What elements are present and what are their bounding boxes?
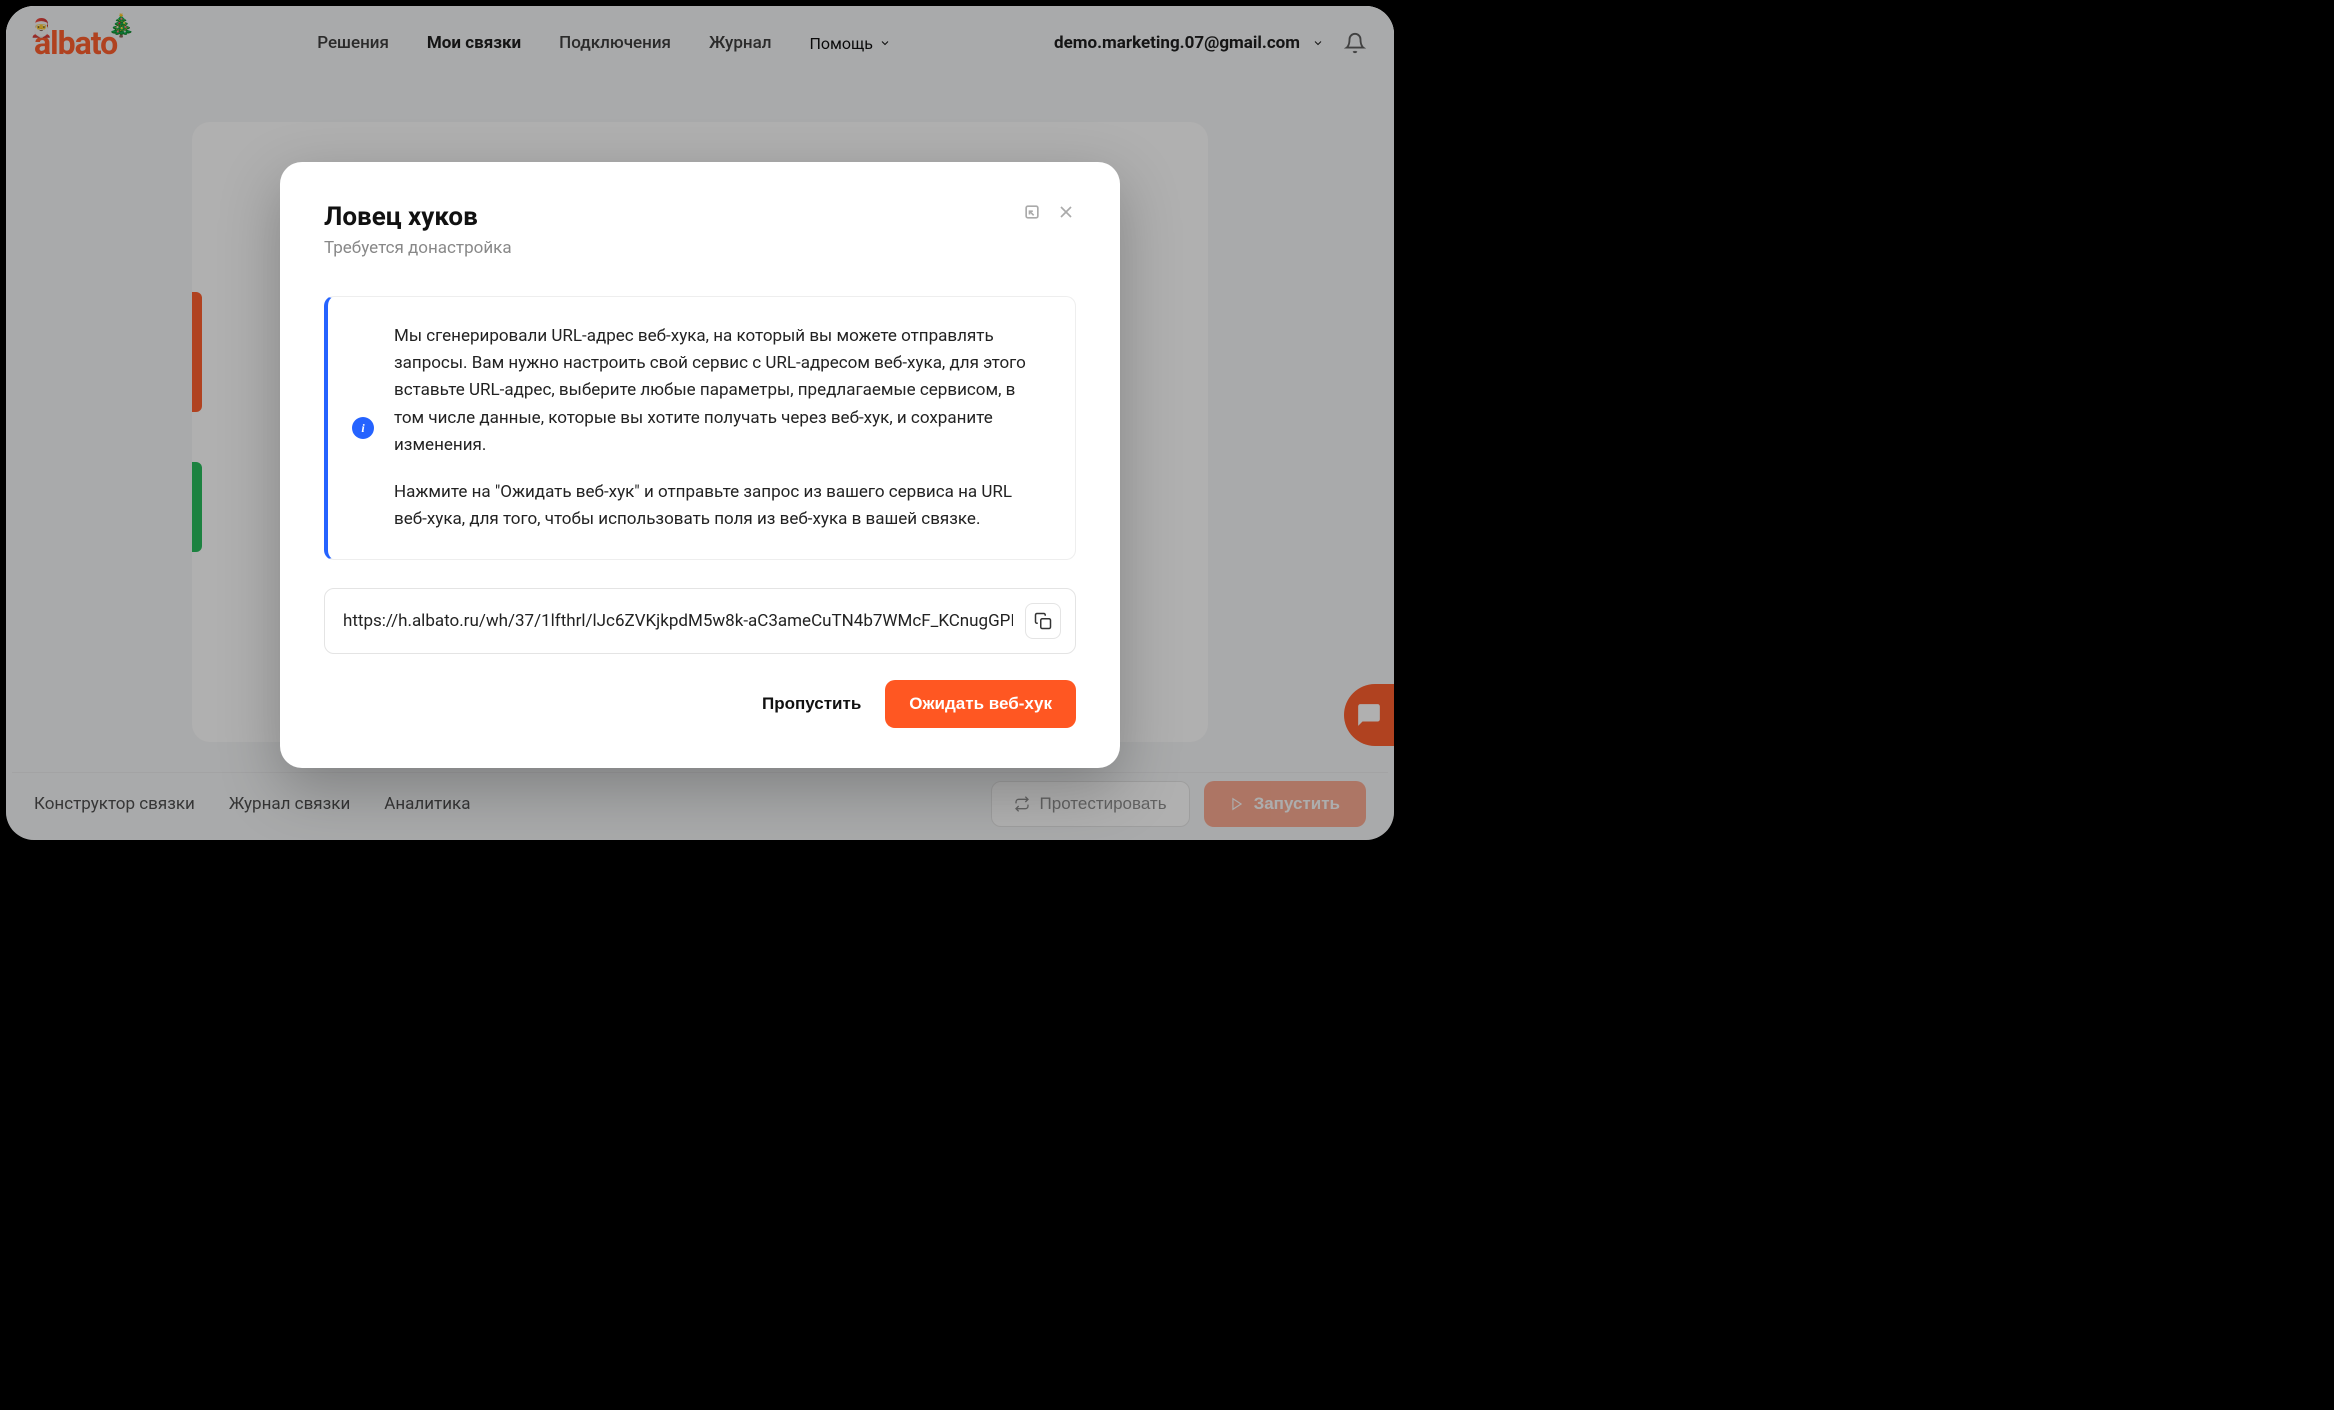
info-text: Мы сгенерировали URL-адрес веб-хука, на … xyxy=(394,323,1045,533)
modal-actions: Пропустить Ожидать веб-хук xyxy=(324,680,1076,728)
info-paragraph-2: Нажмите на "Ожидать веб-хук" и отправьте… xyxy=(394,479,1045,533)
modal-title: Ловец хуков xyxy=(324,202,512,232)
webhook-url-value[interactable]: https://h.albato.ru/wh/37/1lfthrl/lJc6ZV… xyxy=(343,611,1013,631)
wait-webhook-button[interactable]: Ожидать веб-хук xyxy=(885,680,1076,728)
modal-header-icons xyxy=(1022,202,1076,222)
info-box: i Мы сгенерировали URL-адрес веб-хука, н… xyxy=(324,296,1076,560)
info-icon: i xyxy=(352,417,374,439)
skip-button[interactable]: Пропустить xyxy=(762,694,861,714)
webhook-url-field: https://h.albato.ru/wh/37/1lfthrl/lJc6ZV… xyxy=(324,588,1076,654)
info-paragraph-1: Мы сгенерировали URL-адрес веб-хука, на … xyxy=(394,323,1045,459)
close-icon[interactable] xyxy=(1056,202,1076,222)
app-frame: 🎅 albato 🎄 Решения Мои связки Подключени… xyxy=(6,6,1394,840)
expand-icon[interactable] xyxy=(1022,202,1042,222)
copy-button[interactable] xyxy=(1025,603,1061,639)
modal-header: Ловец хуков Требуется донастройка xyxy=(324,202,1076,258)
modal-overlay[interactable]: Ловец хуков Требуется донастройка i Мы с… xyxy=(6,6,1394,840)
webhook-modal: Ловец хуков Требуется донастройка i Мы с… xyxy=(280,162,1120,768)
modal-subtitle: Требуется донастройка xyxy=(324,238,512,258)
copy-icon xyxy=(1034,612,1052,630)
